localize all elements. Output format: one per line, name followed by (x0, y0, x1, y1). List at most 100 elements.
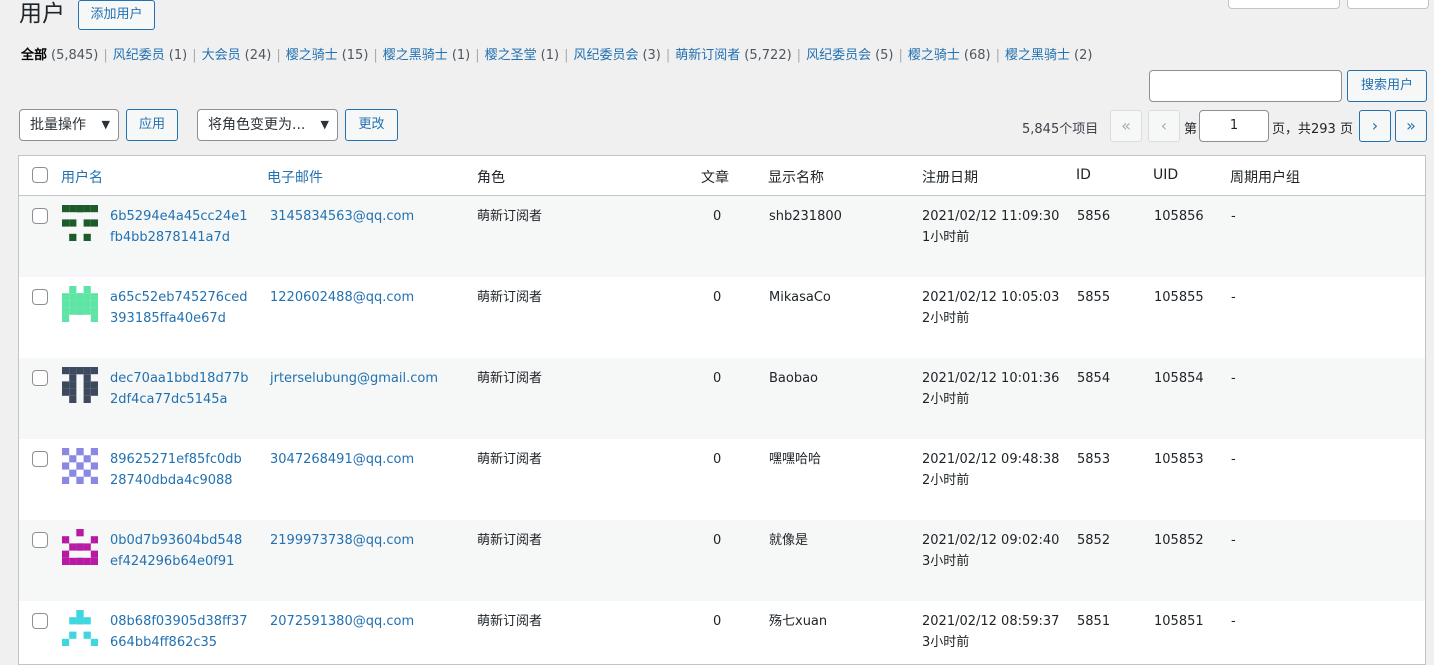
search-users-button[interactable]: 搜索用户 (1347, 70, 1427, 102)
filter-separator: | (564, 48, 569, 63)
email-link[interactable]: 2072591380@qq.com (270, 611, 414, 632)
registered-date: 2021/02/12 08:59:37 (922, 614, 1060, 629)
column-email[interactable]: 电子邮件 (267, 167, 323, 187)
bulk-action-select[interactable]: 批量操作 ▼ (19, 109, 119, 141)
filter-link[interactable]: 风纪委员会 (806, 48, 871, 63)
change-role-selected: 将角色变更为... (208, 117, 306, 133)
post-count: 0 (713, 533, 722, 548)
role-filter-links: 全部 (5,845) | 风纪委员 (1) | 大会员 (24) | 樱之骑士 (15) | 樱之黑骑士… (21, 46, 1092, 66)
user-role: 萌新订阅者 (477, 614, 543, 629)
user-id: 5855 (1077, 290, 1111, 305)
avatar (62, 529, 98, 565)
filter-count: (5,722) (744, 48, 792, 63)
column-username[interactable]: 用户名 (61, 167, 103, 187)
display-name: 就像是 (769, 533, 809, 548)
apply-button[interactable]: 应用 (126, 109, 178, 141)
filter-count: (1) (540, 48, 560, 63)
current-page-input[interactable]: 1 (1199, 110, 1269, 142)
user-uid: 105854 (1154, 371, 1204, 386)
username-link[interactable]: 89625271ef85fc0db28740dbda4c9088 (110, 449, 250, 491)
filter-link[interactable]: 风纪委员会 (573, 48, 638, 63)
row-checkbox[interactable] (32, 532, 48, 548)
filter-link[interactable]: 大会员 (202, 48, 241, 63)
registered-relative: 2小时前 (922, 392, 970, 407)
filter-count: (1) (168, 48, 188, 63)
filter-link[interactable]: 樱之黑骑士 (1005, 48, 1070, 63)
page-prefix: 第 (1184, 122, 1198, 137)
avatar (62, 367, 98, 403)
help-tab[interactable] (1347, 0, 1429, 9)
user-id: 5852 (1077, 533, 1111, 548)
email-link[interactable]: 2199973738@qq.com (270, 530, 414, 551)
registered-relative: 1小时前 (922, 230, 970, 245)
filter-link[interactable]: 萌新订阅者 (675, 48, 740, 63)
column-id: ID (1076, 167, 1091, 183)
display-name: 嘿嘿哈哈 (769, 452, 822, 467)
filter-separator: | (665, 48, 671, 63)
registered-relative: 2小时前 (922, 473, 970, 488)
username-link[interactable]: 08b68f03905d38ff37664bb4ff862c35 (110, 611, 250, 653)
page-total: 页，共293 页 (1272, 122, 1353, 137)
post-count: 0 (713, 209, 722, 224)
email-link[interactable]: jrterselubung@gmail.com (270, 368, 438, 389)
filter-link[interactable]: 樱之骑士 (286, 48, 338, 63)
user-group: - (1231, 209, 1236, 224)
email-link[interactable]: 1220602488@qq.com (270, 287, 414, 308)
select-all-checkbox[interactable] (32, 167, 48, 183)
filter-link[interactable]: 风纪委员 (113, 48, 165, 63)
chevron-down-icon: ▼ (320, 118, 329, 131)
table-row: 89625271ef85fc0db28740dbda4c9088 30472684… (19, 439, 1425, 520)
search-input[interactable] (1149, 70, 1342, 102)
table-row: dec70aa1bbd18d77b2df4ca77dc5145a jrtersel… (19, 358, 1425, 439)
display-name: MikasaCo (769, 290, 831, 305)
row-checkbox[interactable] (32, 451, 48, 467)
filter-link[interactable]: 樱之黑骑士 (383, 48, 448, 63)
filter-count: (68) (963, 48, 991, 63)
post-count: 0 (713, 371, 722, 386)
filter-count: (5,845) (51, 48, 99, 63)
filter-count: (3) (642, 48, 661, 63)
table-row: 08b68f03905d38ff37664bb4ff862c35 20725913… (19, 601, 1425, 664)
registered-date: 2021/02/12 11:09:30 (922, 209, 1060, 224)
username-link[interactable]: dec70aa1bbd18d77b2df4ca77dc5145a (110, 368, 250, 410)
filter-link[interactable]: 全部 (21, 48, 47, 63)
username-link[interactable]: 6b5294e4a45cc24e1fb4bb2878141a7d (110, 206, 250, 248)
post-count: 0 (713, 452, 722, 467)
filter-separator: | (276, 48, 281, 63)
table-header: 用户名 电子邮件 角色 文章 显示名称 注册日期 ID UID 周期用户组 (19, 156, 1425, 196)
display-name: Baobao (769, 371, 819, 386)
username-link[interactable]: a65c52eb745276ced393185ffa40e67d (110, 287, 250, 329)
filter-separator: | (898, 48, 903, 63)
email-link[interactable]: 3145834563@qq.com (270, 206, 414, 227)
filter-link[interactable]: 樱之骑士 (908, 48, 960, 63)
post-count: 0 (713, 614, 722, 629)
user-role: 萌新订阅者 (477, 533, 543, 548)
row-checkbox[interactable] (32, 370, 48, 386)
first-page-button[interactable]: « (1110, 110, 1142, 142)
email-link[interactable]: 3047268491@qq.com (270, 449, 414, 470)
prev-page-button[interactable]: ‹ (1148, 110, 1180, 142)
display-name: 殇七xuan (769, 614, 828, 629)
next-page-button[interactable]: › (1359, 110, 1391, 142)
table-row: 0b0d7b93604bd548ef424296b64e0f91 21999737… (19, 520, 1425, 601)
registered-date: 2021/02/12 09:48:38 (922, 452, 1060, 467)
user-group: - (1231, 371, 1236, 386)
change-role-select[interactable]: 将角色变更为... ▼ (197, 109, 338, 141)
change-role-button[interactable]: 更改 (345, 109, 398, 141)
filter-separator: | (103, 48, 108, 63)
row-checkbox[interactable] (32, 613, 48, 629)
filter-separator: | (192, 48, 197, 63)
last-page-button[interactable]: » (1395, 110, 1427, 142)
row-checkbox[interactable] (32, 289, 48, 305)
add-user-button[interactable]: 添加用户 (78, 0, 155, 30)
table-row: 6b5294e4a45cc24e1fb4bb2878141a7d 31458345… (19, 196, 1425, 277)
user-group: - (1231, 452, 1236, 467)
filter-separator: | (475, 48, 480, 63)
row-checkbox[interactable] (32, 208, 48, 224)
bulk-action-selected: 批量操作 (30, 117, 86, 133)
avatar (62, 448, 98, 484)
user-group: - (1231, 533, 1236, 548)
screen-options-tab[interactable] (1228, 0, 1340, 9)
filter-link[interactable]: 樱之圣堂 (485, 48, 537, 63)
username-link[interactable]: 0b0d7b93604bd548ef424296b64e0f91 (110, 530, 250, 572)
